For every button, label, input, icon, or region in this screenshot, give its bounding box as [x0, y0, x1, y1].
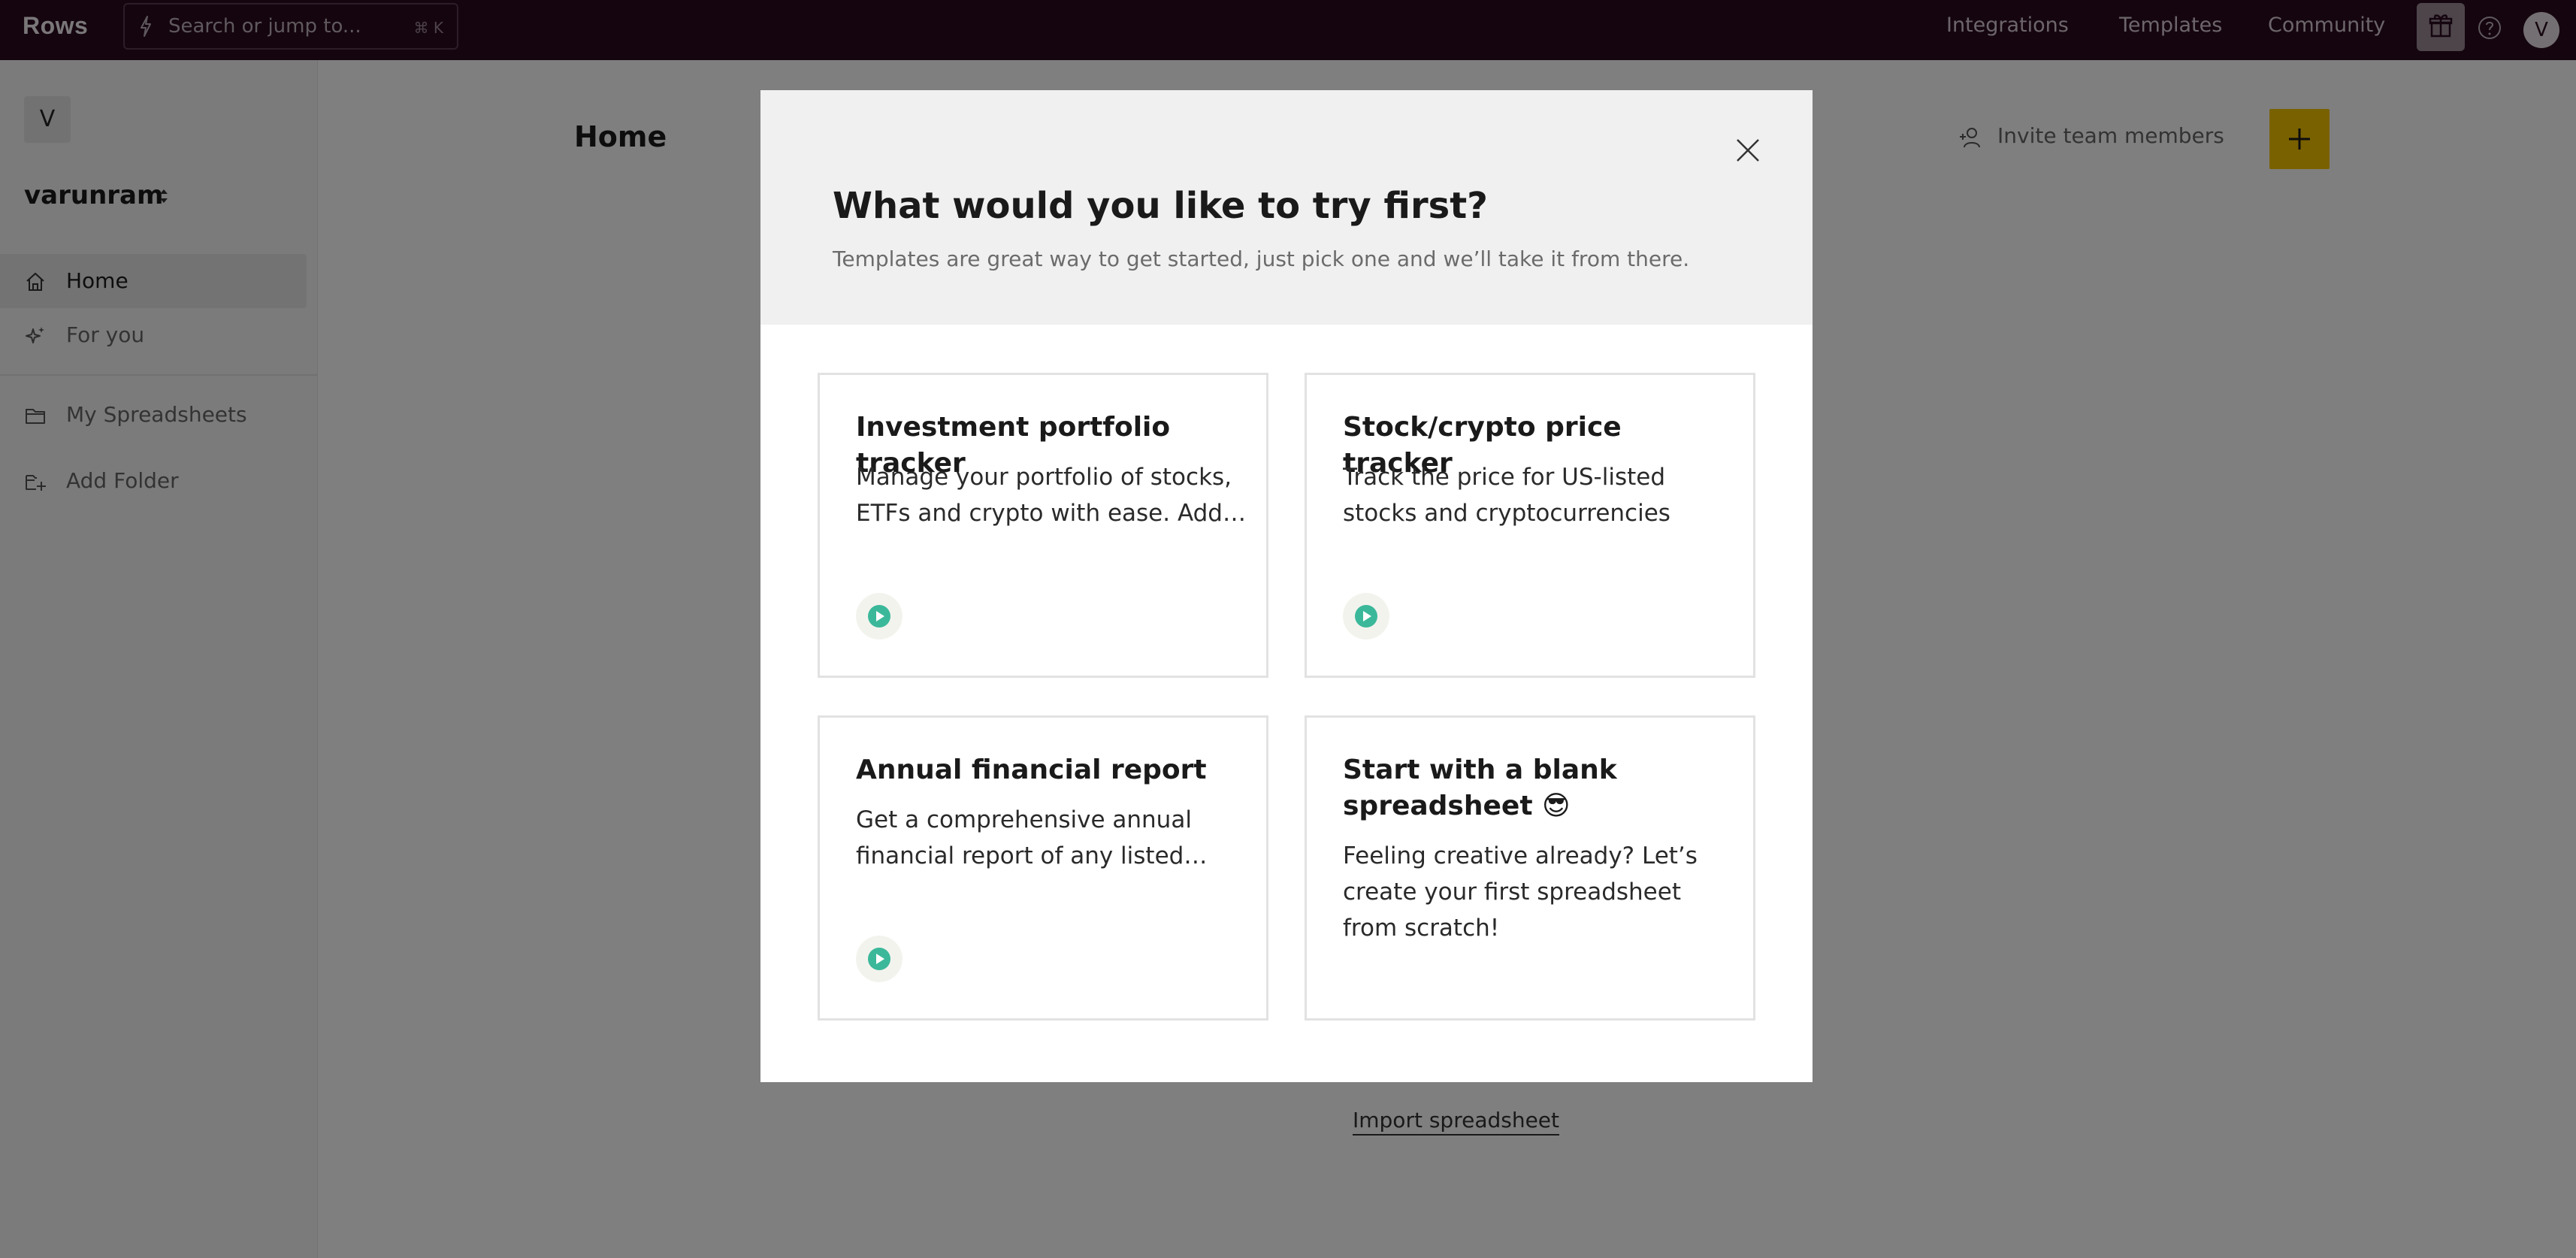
play-icon [868, 948, 890, 970]
card-description: Track the price for US-listed stocks and… [1343, 464, 1670, 527]
modal-header: What would you like to try first? Templa… [760, 90, 1813, 325]
card-description: Manage your portfolio of stocks, ETFs an… [856, 464, 1232, 527]
card-description: Feeling creative already? Let’s create y… [1343, 842, 1698, 942]
template-card-stock-crypto-tracker[interactable]: Stock/crypto price tracker Track the pri… [1305, 373, 1755, 678]
card-title: Annual financial report [856, 754, 1207, 785]
card-description: Get a comprehensive annual financial rep… [856, 806, 1192, 869]
play-icon [868, 605, 890, 627]
modal-title: What would you like to try first? [833, 185, 1488, 227]
play-video-button[interactable] [856, 593, 903, 640]
play-icon [1355, 605, 1377, 627]
play-video-button[interactable] [1343, 593, 1389, 640]
play-video-button[interactable] [856, 936, 903, 982]
close-icon[interactable] [1734, 137, 1761, 164]
card-title: Start with a blank spreadsheet 😎 [1343, 754, 1617, 821]
template-card-annual-financial-report[interactable]: Annual financial report Get a comprehens… [818, 715, 1268, 1021]
modal-subtitle: Templates are great way to get started, … [833, 246, 1690, 271]
template-card-blank-spreadsheet[interactable]: Start with a blank spreadsheet 😎 Feeling… [1305, 715, 1755, 1021]
template-card-investment-portfolio[interactable]: Investment portfolio tracker Manage your… [818, 373, 1268, 678]
template-picker-modal: What would you like to try first? Templa… [760, 90, 1813, 1082]
